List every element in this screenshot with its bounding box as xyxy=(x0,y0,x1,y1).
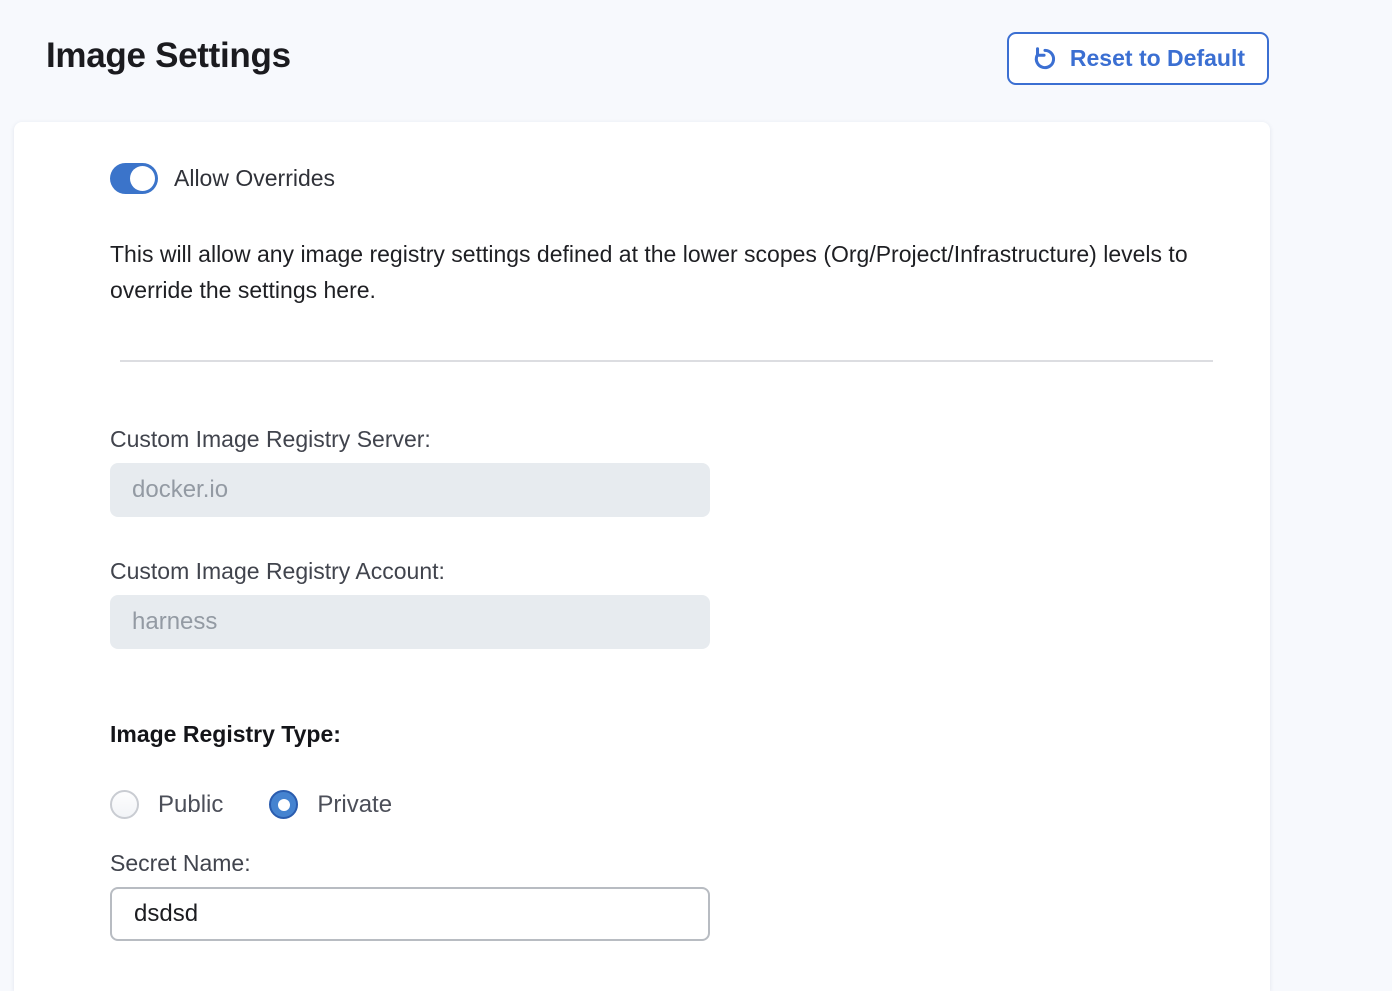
reset-icon xyxy=(1031,45,1059,73)
registry-type-options: Public Private xyxy=(110,790,1270,819)
registry-account-label: Custom Image Registry Account: xyxy=(110,558,1270,585)
radio-private-label: Private xyxy=(317,791,392,819)
radio-private-circle xyxy=(269,790,298,819)
radio-public-circle xyxy=(110,790,139,819)
registry-type-label: Image Registry Type: xyxy=(110,721,1270,748)
overrides-description: This will allow any image registry setti… xyxy=(110,236,1222,308)
allow-overrides-row: Allow Overrides xyxy=(110,162,1270,194)
radio-option-private[interactable]: Private xyxy=(269,790,392,819)
registry-server-label: Custom Image Registry Server: xyxy=(110,426,1270,453)
section-divider xyxy=(120,360,1213,362)
registry-server-input xyxy=(110,463,710,517)
reset-to-default-button[interactable]: Reset to Default xyxy=(1007,32,1269,85)
radio-option-public[interactable]: Public xyxy=(110,790,223,819)
page-title: Image Settings xyxy=(46,36,291,76)
reset-button-label: Reset to Default xyxy=(1070,45,1245,72)
secret-name-input[interactable] xyxy=(110,887,710,941)
radio-private-dot xyxy=(278,799,290,811)
radio-public-label: Public xyxy=(158,791,223,819)
registry-account-input xyxy=(110,595,710,649)
allow-overrides-toggle[interactable] xyxy=(110,163,158,194)
allow-overrides-label: Allow Overrides xyxy=(174,165,335,192)
settings-card: Allow Overrides This will allow any imag… xyxy=(14,122,1270,991)
toggle-knob xyxy=(130,166,155,191)
secret-name-label: Secret Name: xyxy=(110,850,1270,877)
image-settings-page: Image Settings Reset to Default Allow Ov… xyxy=(0,0,1392,991)
